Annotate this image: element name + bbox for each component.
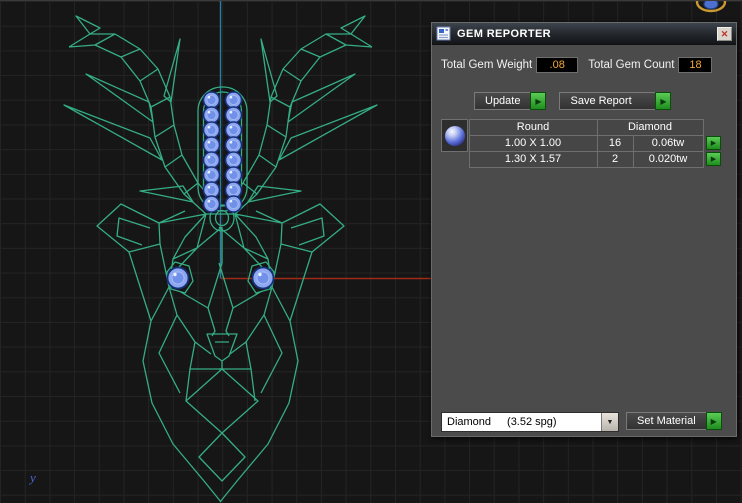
row2-count: 2	[596, 150, 634, 168]
header-round: Round	[468, 118, 598, 136]
gem-thumbnail	[441, 119, 468, 152]
panel-titlebar[interactable]: GEM REPORTER ✕	[432, 23, 736, 45]
material-name: Diamond	[447, 416, 492, 428]
gem-reporter-panel: GEM REPORTER ✕ Total Gem Weight .08 Tota…	[431, 22, 737, 437]
row1-size: 1.00 X 1.00	[468, 134, 598, 152]
header-diamond: Diamond	[596, 118, 704, 136]
row2-weight: 0.020tw	[632, 150, 704, 168]
total-weight-label: Total Gem Weight	[441, 59, 533, 71]
update-button[interactable]: Update ▶	[474, 92, 547, 110]
row1-count: 16	[596, 134, 634, 152]
totals-row: Total Gem Weight .08 Total Gem Count 18	[441, 57, 730, 73]
total-count-label: Total Gem Count	[588, 59, 675, 71]
material-spg: (3.52 spg)	[507, 416, 557, 428]
run-arrow-icon: ▶	[705, 412, 722, 430]
row1-actions: ▶	[703, 135, 721, 151]
y-axis-label: y	[30, 470, 36, 485]
run-arrow-icon: ▶	[655, 92, 672, 110]
run-arrow-icon: ▶	[530, 92, 547, 110]
row2-actions: ▶	[703, 151, 721, 167]
channel-gems[interactable]	[202, 91, 243, 213]
dropdown-arrow-icon[interactable]: ▼	[601, 413, 618, 431]
row1-run-button[interactable]: ▶	[706, 136, 721, 150]
toolbar-gem-icon[interactable]	[694, 1, 728, 15]
gem-sphere-icon	[444, 125, 465, 146]
header-spacer	[703, 119, 721, 135]
report-icon	[436, 26, 451, 41]
save-report-button[interactable]: Save Report ▶	[559, 92, 672, 110]
total-count-value[interactable]: 18	[678, 57, 713, 73]
material-row: Diamond (3.52 spg) ▼ Set Material ▶	[441, 412, 722, 432]
row2-run-button[interactable]: ▶	[706, 152, 721, 166]
set-material-button-label: Set Material	[626, 412, 706, 430]
row1-weight: 0.06tw	[632, 134, 704, 152]
save-report-button-label: Save Report	[559, 92, 656, 110]
actions-row: Update ▶ Save Report ▶	[474, 92, 672, 110]
update-button-label: Update	[474, 92, 531, 110]
close-icon[interactable]: ✕	[717, 26, 732, 41]
set-material-button[interactable]: Set Material ▶	[626, 412, 722, 430]
app-window: y GEM REPORTER ✕ Total Gem Weight .08 To…	[0, 0, 742, 503]
row2-size: 1.30 X 1.57	[468, 150, 598, 168]
material-dropdown[interactable]: Diamond (3.52 spg) ▼	[441, 412, 619, 432]
total-weight-value[interactable]: .08	[536, 57, 579, 73]
gem-table: Round Diamond 1.00 X 1.00 16 0.06tw ▶ 1.…	[468, 118, 721, 168]
panel-title: GEM REPORTER	[457, 27, 552, 40]
material-dropdown-value: Diamond (3.52 spg)	[442, 413, 601, 431]
